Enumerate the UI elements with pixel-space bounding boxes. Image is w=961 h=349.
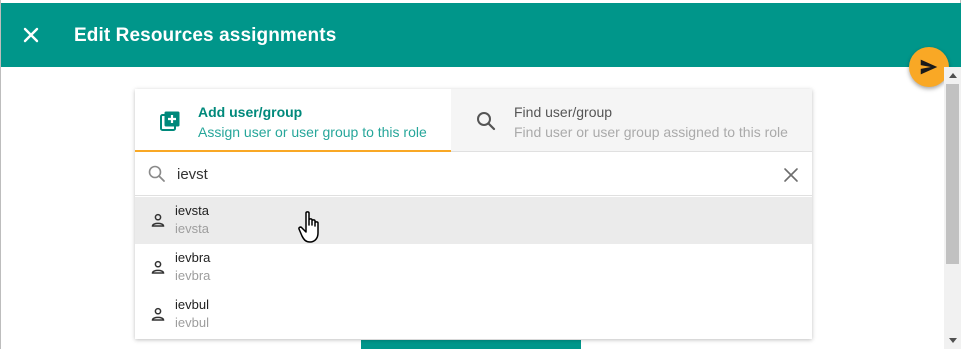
search-icon [475, 110, 497, 132]
search-icon [147, 164, 167, 184]
send-button[interactable] [909, 47, 949, 87]
search-input[interactable] [177, 162, 767, 186]
result-item-ievsta[interactable]: ievsta ievsta [135, 197, 812, 244]
scroll-down-arrow-icon[interactable] [949, 338, 957, 343]
user-icon [151, 260, 165, 274]
background-graphic [361, 340, 581, 349]
result-item-ievbra[interactable]: ievbra ievbra [135, 244, 812, 291]
dialog: Edit Resources assignments Add user/grou… [0, 0, 961, 349]
clear-search-icon[interactable] [782, 166, 800, 184]
user-icon [151, 307, 165, 321]
tab-add-subtitle: Assign user or user group to this role [198, 124, 427, 140]
send-icon [920, 59, 938, 75]
result-login: ievsta [175, 221, 209, 236]
tab-find-title: Find user/group [514, 104, 613, 120]
close-icon[interactable] [19, 23, 43, 47]
scrollbar-thumb[interactable] [946, 84, 959, 264]
tab-add-user-group[interactable]: Add user/group Assign user or user group… [135, 89, 451, 152]
result-name: ievbul [175, 297, 209, 312]
results-list: ievsta ievsta ievbra ievbra ievbul ievbu… [135, 197, 812, 338]
add-box-icon [159, 110, 181, 132]
assignment-panel: Add user/group Assign user or user group… [135, 89, 812, 339]
result-name: ievsta [175, 203, 209, 218]
result-item-ievbul[interactable]: ievbul ievbul [135, 291, 812, 338]
dialog-header: Edit Resources assignments [1, 3, 961, 67]
search-bar [135, 153, 812, 196]
result-login: ievbul [175, 315, 209, 330]
dialog-title: Edit Resources assignments [74, 25, 337, 46]
tab-find-user-group[interactable]: Find user/group Find user or user group … [451, 89, 812, 152]
scrollbar[interactable] [944, 67, 961, 349]
tab-add-title: Add user/group [198, 104, 303, 120]
tab-find-subtitle: Find user or user group assigned to this… [514, 124, 788, 140]
result-name: ievbra [175, 250, 211, 265]
result-login: ievbra [175, 268, 211, 283]
user-icon [151, 213, 165, 227]
scroll-up-arrow-icon[interactable] [949, 73, 957, 78]
